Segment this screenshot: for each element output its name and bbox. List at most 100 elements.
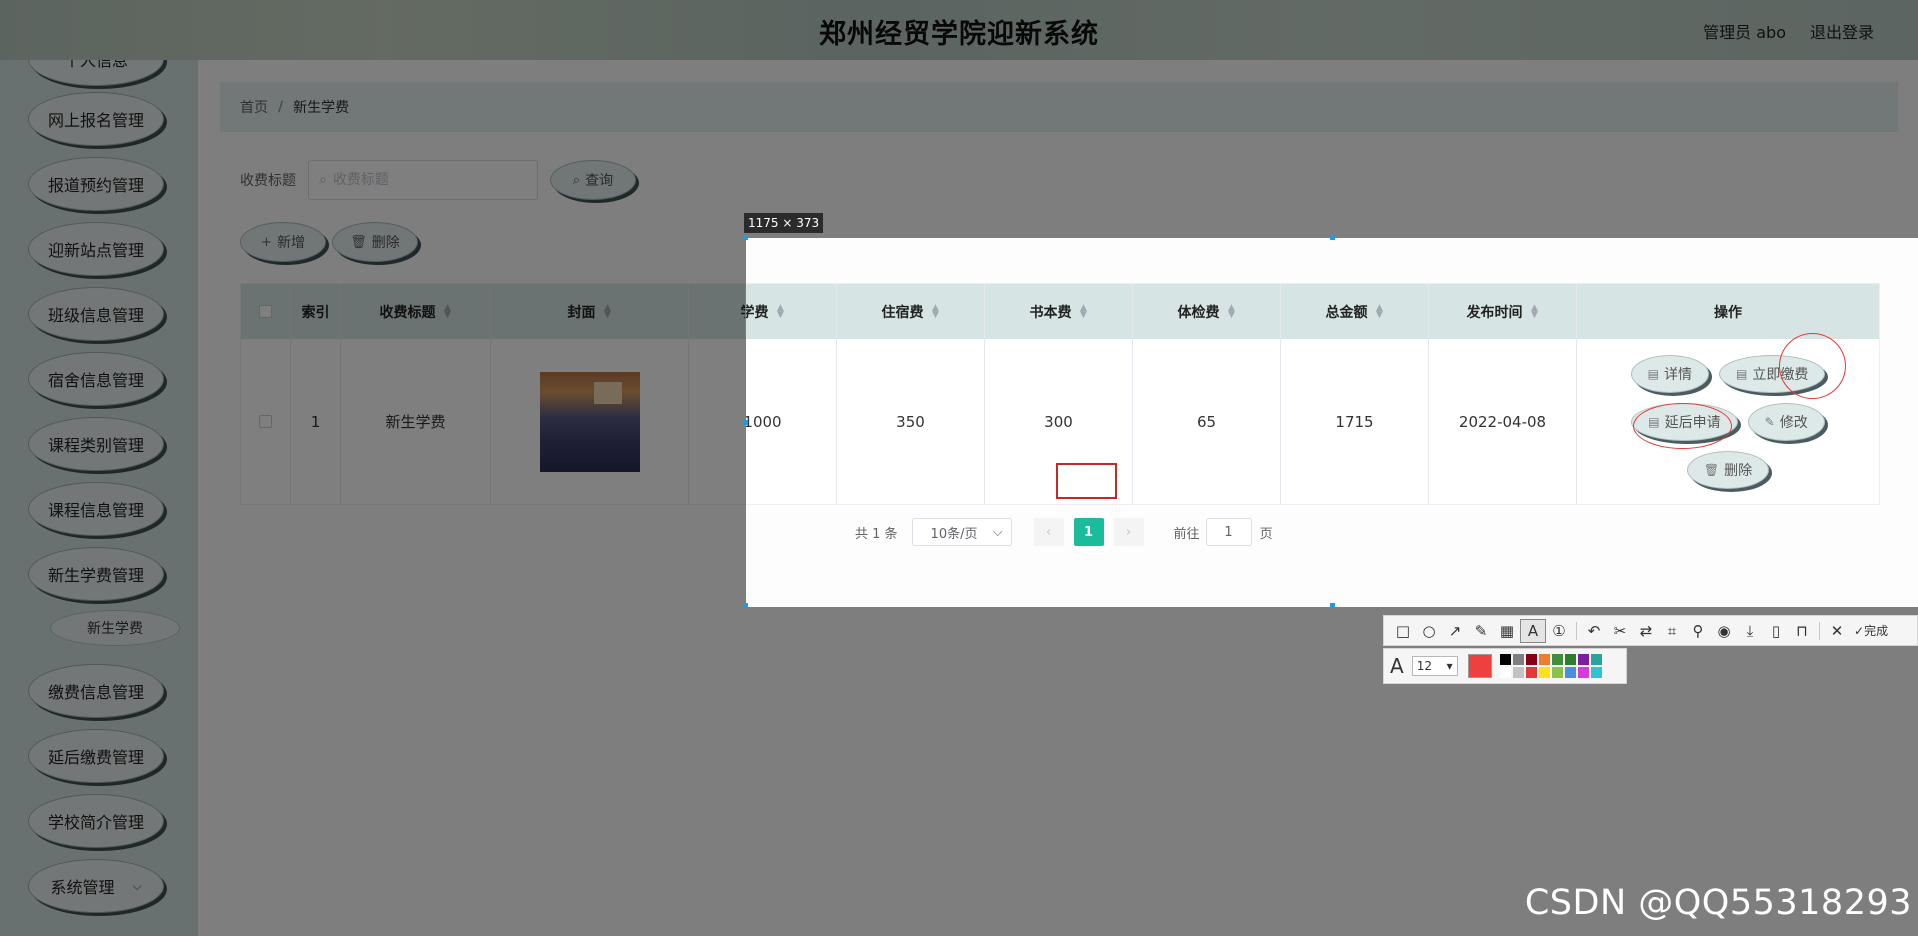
- col-cover[interactable]: 封面 ▲ ▼: [491, 284, 689, 339]
- col-books-label: 书本费: [1029, 304, 1072, 321]
- number-tool-icon[interactable]: ①: [1546, 619, 1572, 643]
- detail-button-label: 详情: [1664, 366, 1692, 383]
- sort-icon: ▲ ▼: [1531, 302, 1538, 320]
- col-dorm-label: 住宿费: [881, 304, 924, 321]
- sidebar-item-classes[interactable]: 班级信息管理: [28, 287, 164, 341]
- document-icon: ▤: [1647, 366, 1659, 381]
- color-swatch[interactable]: [1538, 654, 1550, 665]
- bookmark-icon[interactable]: ⊓: [1789, 619, 1815, 643]
- pagination: 共 1 条 10条/页 ⌵ ‹ 1 › 前往 1 页: [855, 517, 1273, 547]
- ellipse-tool-icon[interactable]: ○: [1416, 619, 1442, 643]
- page-size-select[interactable]: 10条/页 ⌵: [911, 518, 1012, 546]
- mosaic-tool-icon[interactable]: ▦: [1494, 619, 1520, 643]
- query-button[interactable]: ⌕ 查询: [550, 160, 636, 200]
- sidebar-item-label: 课程信息管理: [47, 501, 144, 520]
- sidebar: 个人信息 网上报名管理 报道预约管理 迎新站点管理 班级信息管理 宿舍信息管理 …: [0, 60, 198, 936]
- color-swatch[interactable]: [1499, 654, 1511, 665]
- text-tool-icon[interactable]: A: [1520, 618, 1546, 643]
- color-swatch[interactable]: [1590, 667, 1602, 678]
- sort-icon: ▲ ▼: [1080, 302, 1087, 320]
- color-swatch[interactable]: [1577, 654, 1589, 665]
- sidebar-item-profile[interactable]: 个人信息: [28, 60, 164, 86]
- phone-icon[interactable]: ▯: [1763, 619, 1789, 643]
- scissors-icon[interactable]: ✂: [1607, 619, 1633, 643]
- color-swatch[interactable]: [1551, 654, 1563, 665]
- color-swatch[interactable]: [1564, 654, 1576, 665]
- annotation-rectangle[interactable]: [1056, 463, 1117, 499]
- search-input[interactable]: [332, 172, 513, 188]
- sidebar-item-courses[interactable]: 课程信息管理: [28, 482, 164, 536]
- col-books[interactable]: 书本费 ▲ ▼: [985, 284, 1133, 339]
- next-page-button[interactable]: ›: [1113, 518, 1144, 546]
- system-title: 郑州经贸学院迎新系统: [819, 19, 1099, 50]
- color-swatch[interactable]: [1590, 654, 1602, 665]
- annotation-circle[interactable]: [1633, 403, 1732, 449]
- sidebar-item-appointment[interactable]: 报道预约管理: [28, 157, 164, 211]
- col-total[interactable]: 总金额 ▲ ▼: [1281, 284, 1429, 339]
- screenshot-toolbar: □ ○ ↗ ✎ ▦ A ① ↶ ✂ ⇄ ⌗ ⚲ ◉ ⤓ ▯ ⊓ ✕ ✓ 完成: [1383, 615, 1918, 646]
- add-button[interactable]: + 新增: [240, 222, 326, 262]
- font-size-select[interactable]: 12 ▾: [1411, 656, 1458, 676]
- color-swatch[interactable]: [1525, 654, 1537, 665]
- color-swatch[interactable]: [1499, 667, 1511, 678]
- cover-image[interactable]: [539, 371, 640, 472]
- sidebar-item-label: 宿舍信息管理: [47, 371, 144, 390]
- col-dorm[interactable]: 住宿费 ▲ ▼: [837, 284, 985, 339]
- col-tuition-label: 学费: [740, 304, 769, 321]
- undo-icon[interactable]: ↶: [1581, 619, 1607, 643]
- sidebar-item-course-types[interactable]: 课程类别管理: [28, 417, 164, 471]
- sort-icon: ▲ ▼: [932, 302, 939, 320]
- search-field[interactable]: ⌕: [308, 160, 538, 200]
- sidebar-item-registration[interactable]: 网上报名管理: [28, 92, 164, 146]
- record-icon[interactable]: ◉: [1711, 619, 1737, 643]
- color-swatch[interactable]: [1512, 667, 1524, 678]
- pen-tool-icon[interactable]: ✎: [1468, 619, 1494, 643]
- cell-exam: 65: [1133, 339, 1281, 504]
- sidebar-item-label: 系统管理: [50, 878, 115, 897]
- select-all-checkbox[interactable]: [259, 305, 272, 318]
- pin-icon[interactable]: ⚲: [1685, 619, 1711, 643]
- sidebar-item-dorms[interactable]: 宿舍信息管理: [28, 352, 164, 406]
- ocr-icon[interactable]: ⌗: [1659, 619, 1685, 643]
- goto-label: 前往: [1173, 526, 1200, 542]
- sidebar-item-system[interactable]: 系统管理 ⌵: [28, 859, 164, 913]
- annotation-circle[interactable]: [1779, 333, 1846, 399]
- col-title[interactable]: 收费标题 ▲ ▼: [341, 284, 491, 339]
- arrow-tool-icon[interactable]: ↗: [1442, 619, 1468, 643]
- sidebar-item-tuition[interactable]: 新生学费管理: [28, 547, 164, 601]
- color-swatch[interactable]: [1564, 667, 1576, 678]
- done-button[interactable]: ✓ 完成: [1854, 622, 1888, 639]
- col-date[interactable]: 发布时间 ▲ ▼: [1429, 284, 1577, 339]
- breadcrumb-home[interactable]: 首页: [240, 97, 268, 117]
- col-index: 索引: [291, 284, 341, 339]
- rectangle-tool-icon[interactable]: □: [1390, 619, 1416, 643]
- current-color-swatch[interactable]: [1467, 654, 1492, 678]
- color-swatch[interactable]: [1525, 667, 1537, 678]
- sidebar-item-deferred[interactable]: 延后缴费管理: [28, 729, 164, 783]
- jump-page-input[interactable]: 1: [1205, 518, 1252, 546]
- row-delete-button[interactable]: 🗑 删除: [1686, 450, 1770, 489]
- edit-button[interactable]: ✎ 修改: [1747, 402, 1825, 441]
- sidebar-item-stations[interactable]: 迎新站点管理: [28, 222, 164, 276]
- detail-button[interactable]: ▤ 详情: [1630, 354, 1709, 393]
- color-swatch[interactable]: [1512, 654, 1524, 665]
- delete-button[interactable]: 🗑 删除: [332, 222, 418, 262]
- sidebar-item-school-intro[interactable]: 学校简介管理: [28, 794, 164, 848]
- translate-icon[interactable]: ⇄: [1633, 619, 1659, 643]
- color-swatch[interactable]: [1577, 667, 1589, 678]
- page-number[interactable]: 1: [1073, 518, 1104, 546]
- color-swatch[interactable]: [1551, 667, 1563, 678]
- sidebar-subitem-tuition[interactable]: 新生学费: [50, 610, 180, 646]
- col-tuition[interactable]: 学费 ▲ ▼: [689, 284, 837, 339]
- download-icon[interactable]: ⤓: [1737, 619, 1763, 643]
- prev-page-button[interactable]: ‹: [1033, 518, 1064, 546]
- sidebar-item-label: 学校简介管理: [47, 813, 144, 832]
- sidebar-item-payments[interactable]: 缴费信息管理: [28, 664, 164, 718]
- logout-link[interactable]: 退出登录: [1810, 19, 1874, 43]
- col-exam[interactable]: 体检费 ▲ ▼: [1133, 284, 1281, 339]
- check-icon: ✓: [1854, 623, 1865, 638]
- color-swatch[interactable]: [1538, 667, 1550, 678]
- row-checkbox[interactable]: [259, 415, 272, 428]
- breadcrumb: 首页 / 新生学费: [220, 82, 1898, 132]
- close-icon[interactable]: ✕: [1824, 619, 1850, 643]
